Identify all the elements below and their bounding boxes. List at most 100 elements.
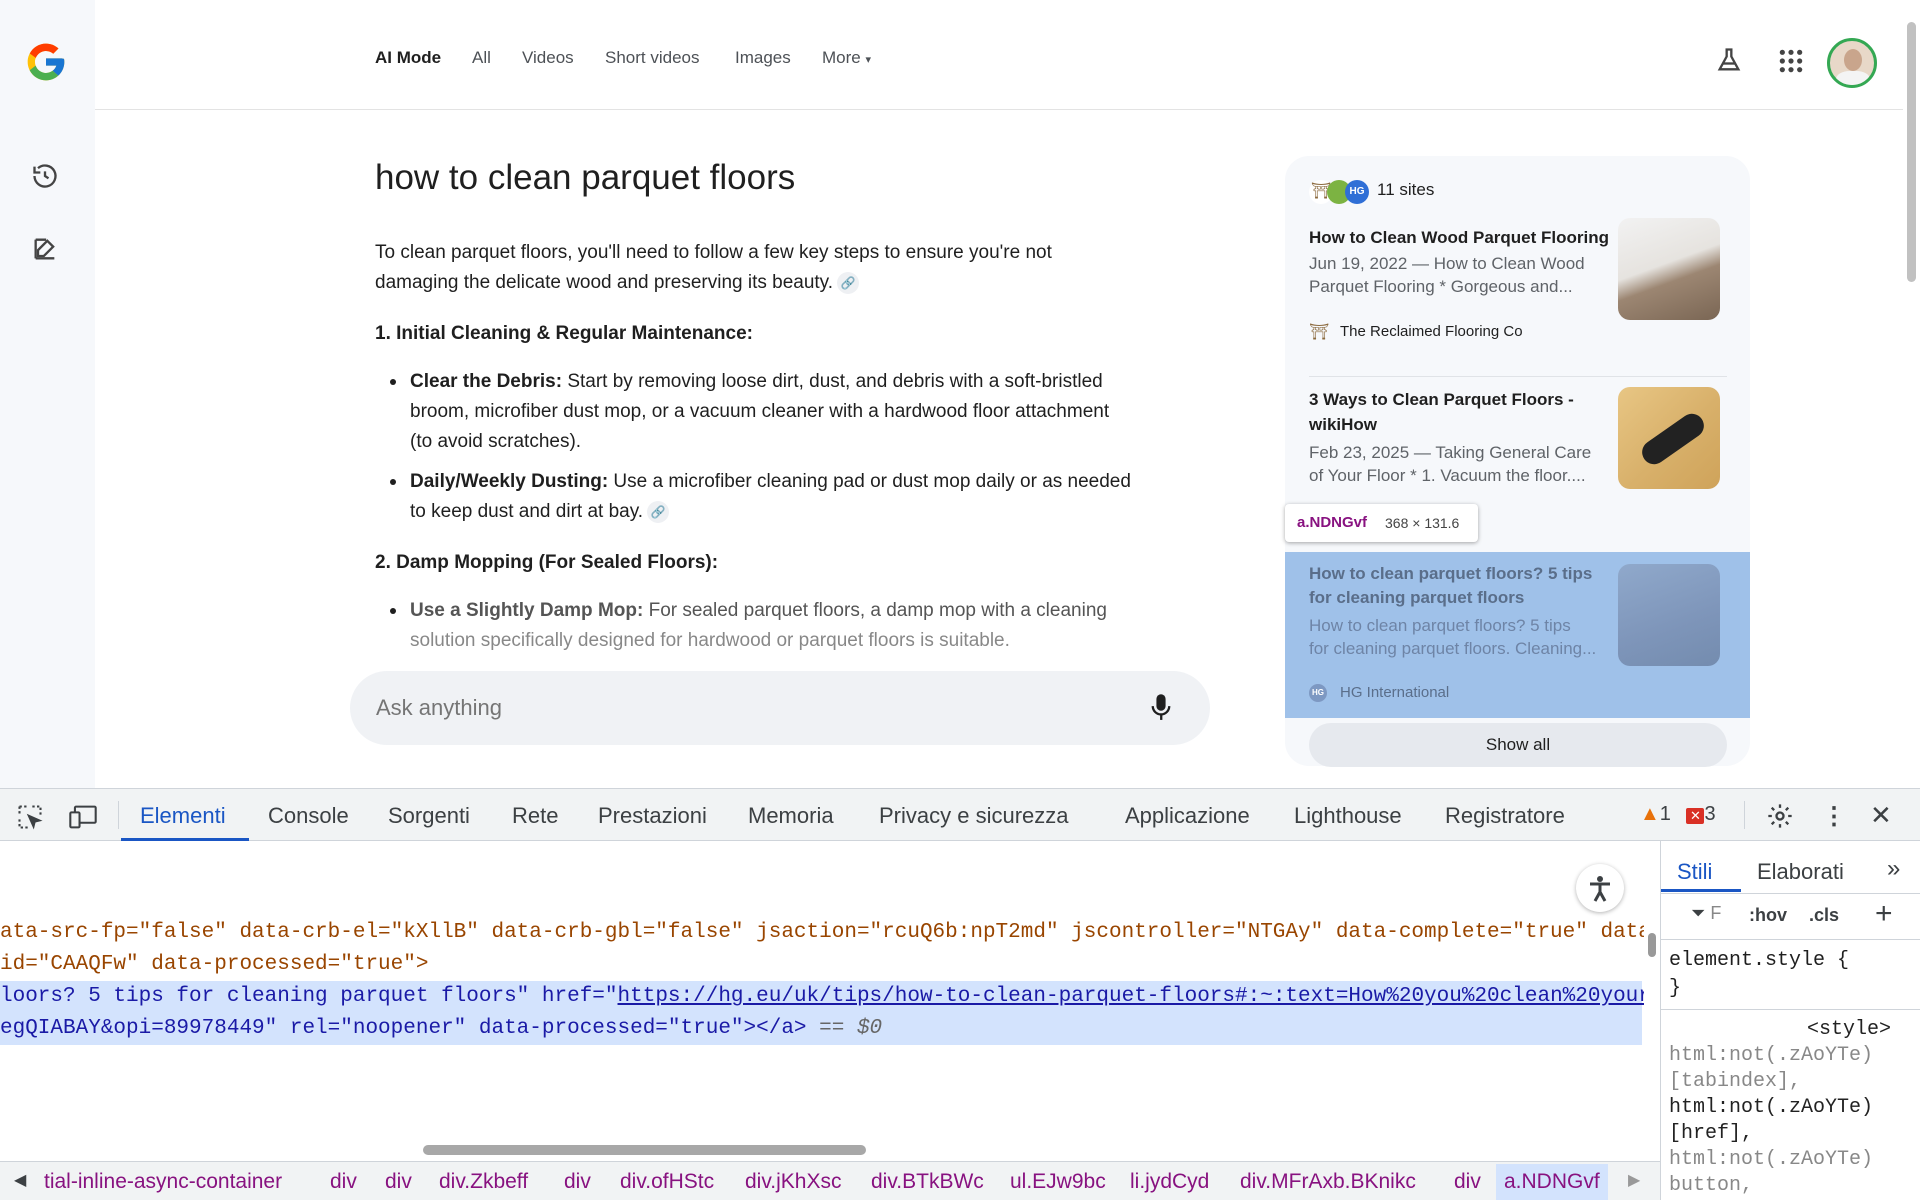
style-selector: html:not(.zAoYTe) [1669, 1096, 1874, 1119]
link-icon[interactable]: 🔗 [647, 500, 670, 523]
page-scrollbar-thumb[interactable] [1907, 22, 1916, 282]
code-line-selected[interactable]: loors? 5 tips for cleaning parquet floor… [0, 981, 1660, 1013]
google-logo-icon[interactable] [24, 40, 68, 84]
hov-button[interactable]: :hov [1749, 905, 1787, 926]
hg-icon: HG [1345, 180, 1369, 204]
divider [118, 801, 119, 829]
breadcrumb: ◀ tial-inline-async-container div div di… [0, 1161, 1660, 1200]
labs-flask-icon[interactable] [1715, 46, 1743, 79]
error-count: 3 [1704, 803, 1716, 825]
tab-lighthouse[interactable]: Lighthouse [1294, 803, 1402, 829]
breadcrumb-item[interactable]: div.MFrAxb.BKnikc [1240, 1170, 1416, 1194]
breadcrumb-item[interactable]: tial-inline-async-container [44, 1170, 282, 1194]
bullet-text-2: Use a microfiber cleaning pad or dust mo… [608, 471, 1131, 492]
chevron-right-icon[interactable]: » [1887, 855, 1900, 883]
devtools-tabs: Elementi Console Sorgenti Rete Prestazio… [0, 789, 1920, 841]
tree-vertical-scrollbar-thumb[interactable] [1648, 933, 1656, 957]
source-thumbnail [1618, 564, 1720, 666]
tab-elementi[interactable]: Elementi [140, 803, 226, 829]
breadcrumb-left-icon[interactable]: ◀ [14, 1170, 26, 1190]
style-selector: [href], [1669, 1122, 1754, 1145]
link-icon[interactable]: 🔗 [837, 271, 860, 294]
tree-vertical-scrollbar[interactable] [1644, 841, 1660, 1161]
hg-icon: HG [1309, 684, 1327, 702]
breadcrumb-item-selected[interactable]: a.NDNGvf [1496, 1164, 1608, 1200]
ask-input[interactable] [376, 689, 1076, 727]
source-card-highlighted[interactable]: How to clean parquet floors? 5 tips for … [1285, 552, 1750, 718]
breadcrumb-item[interactable]: div.ofHStc [620, 1170, 714, 1194]
breadcrumb-item[interactable]: div [385, 1170, 412, 1194]
accessibility-icon[interactable] [1576, 864, 1624, 912]
source-snippet: of Your Floor * 1. Vacuum the floor.... [1309, 466, 1586, 485]
tab-applicazione[interactable]: Applicazione [1125, 803, 1250, 829]
source-card[interactable]: How to Clean Wood Parquet Flooring Jun 1… [1285, 218, 1750, 384]
devtools-panel: Elementi Console Sorgenti Rete Prestazio… [0, 788, 1920, 1200]
breadcrumb-right-icon[interactable]: ▶ [1628, 1170, 1640, 1190]
show-all-button[interactable]: Show all [1309, 723, 1727, 767]
tab-sorgenti[interactable]: Sorgenti [388, 803, 470, 829]
page-title: how to clean parquet floors [375, 158, 796, 197]
source-snippet: for cleaning parquet floors. Cleaning... [1309, 639, 1597, 658]
gear-icon[interactable] [1766, 802, 1794, 835]
tree-horizontal-scrollbar[interactable] [0, 1141, 1640, 1157]
tab-console[interactable]: Console [268, 803, 349, 829]
tab-elaborati[interactable]: Elaborati [1757, 859, 1844, 885]
more-vert-icon[interactable]: ⋮ [1822, 802, 1846, 831]
breadcrumb-item[interactable]: div.Zkbeff [439, 1170, 528, 1194]
ask-bar[interactable] [350, 671, 1210, 745]
code-line-3a: loors? 5 tips for cleaning parquet floor… [0, 985, 618, 1008]
tab-memoria[interactable]: Memoria [748, 803, 834, 829]
tab-prestazioni[interactable]: Prestazioni [598, 803, 707, 829]
tree-horizontal-scrollbar-thumb[interactable] [423, 1145, 866, 1155]
new-chat-icon[interactable] [27, 231, 63, 267]
top-nav: AI Mode All Videos Short videos Images M… [95, 0, 1903, 110]
error-icon: ✕ [1686, 808, 1705, 824]
tab-ai-mode[interactable]: AI Mode [375, 48, 441, 68]
breadcrumb-item[interactable]: div [564, 1170, 591, 1194]
avatar[interactable] [1827, 38, 1877, 88]
styles-pane: Stili Elaborati » ⏷ F :hov .cls + elemen… [1660, 841, 1920, 1200]
bullet-text-1b: broom, microfiber dust mop, or a vacuum … [410, 401, 1110, 422]
style-line: } [1669, 977, 1682, 1000]
breadcrumb-item[interactable]: div.BTkBWc [871, 1170, 984, 1194]
breadcrumb-item[interactable]: li.jydCyd [1130, 1170, 1209, 1194]
device-toolbar-icon[interactable] [68, 803, 98, 836]
breadcrumb-item[interactable]: div [330, 1170, 357, 1194]
source-snippet: Parquet Flooring * Gorgeous and... [1309, 277, 1573, 296]
apps-grid-icon[interactable] [1778, 48, 1804, 79]
divider [1661, 939, 1920, 940]
tab-privacy[interactable]: Privacy e sicurezza [879, 803, 1069, 829]
intro-line-1: To clean parquet floors, you'll need to … [375, 242, 1052, 263]
tab-registratore[interactable]: Registratore [1445, 803, 1565, 829]
close-icon[interactable]: ✕ [1870, 800, 1892, 831]
list-item: Clear the Debris: Start by removing loos… [390, 367, 1103, 397]
breadcrumb-item[interactable]: div [1454, 1170, 1481, 1194]
source-title: for cleaning parquet floors [1309, 588, 1525, 607]
styles-filter[interactable]: ⏷ F [1691, 903, 1721, 924]
cls-button[interactable]: .cls [1809, 905, 1839, 926]
code-link[interactable]: https://hg.eu/uk/tips/how-to-clean-parqu… [618, 985, 1660, 1008]
tab-short-videos[interactable]: Short videos [605, 48, 700, 68]
divider [1309, 376, 1727, 377]
tab-stili[interactable]: Stili [1677, 859, 1712, 885]
style-source[interactable]: <style> [1807, 1017, 1891, 1043]
inspect-element-icon[interactable] [16, 803, 44, 836]
warning-count: 1 [1659, 803, 1671, 825]
breadcrumb-item[interactable]: ul.EJw9bc [1010, 1170, 1106, 1194]
tab-more[interactable]: More ▾ [822, 48, 871, 68]
tab-rete[interactable]: Rete [512, 803, 558, 829]
filter-input[interactable]: F [1710, 903, 1721, 923]
add-style-icon[interactable]: + [1875, 897, 1893, 931]
source-title: 3 Ways to Clean Parquet Floors - [1309, 390, 1574, 409]
elements-tree[interactable]: ata-src-fp="false" data-crb-el="kXllB" d… [0, 841, 1660, 1161]
code-line: id="CAAQFw" data-processed="true"> [0, 949, 428, 981]
microphone-icon[interactable] [1150, 693, 1172, 728]
tab-images[interactable]: Images [735, 48, 791, 68]
history-icon[interactable] [27, 158, 63, 194]
tab-all[interactable]: All [472, 48, 491, 68]
breadcrumb-item[interactable]: div.jKhXsc [745, 1170, 841, 1194]
tab-videos[interactable]: Videos [522, 48, 574, 68]
source-card[interactable]: 3 Ways to Clean Parquet Floors - wikiHow… [1285, 381, 1750, 491]
issues-counter[interactable]: ▲1 ✕ 3 [1640, 803, 1716, 826]
page-scrollbar[interactable] [1903, 0, 1920, 788]
